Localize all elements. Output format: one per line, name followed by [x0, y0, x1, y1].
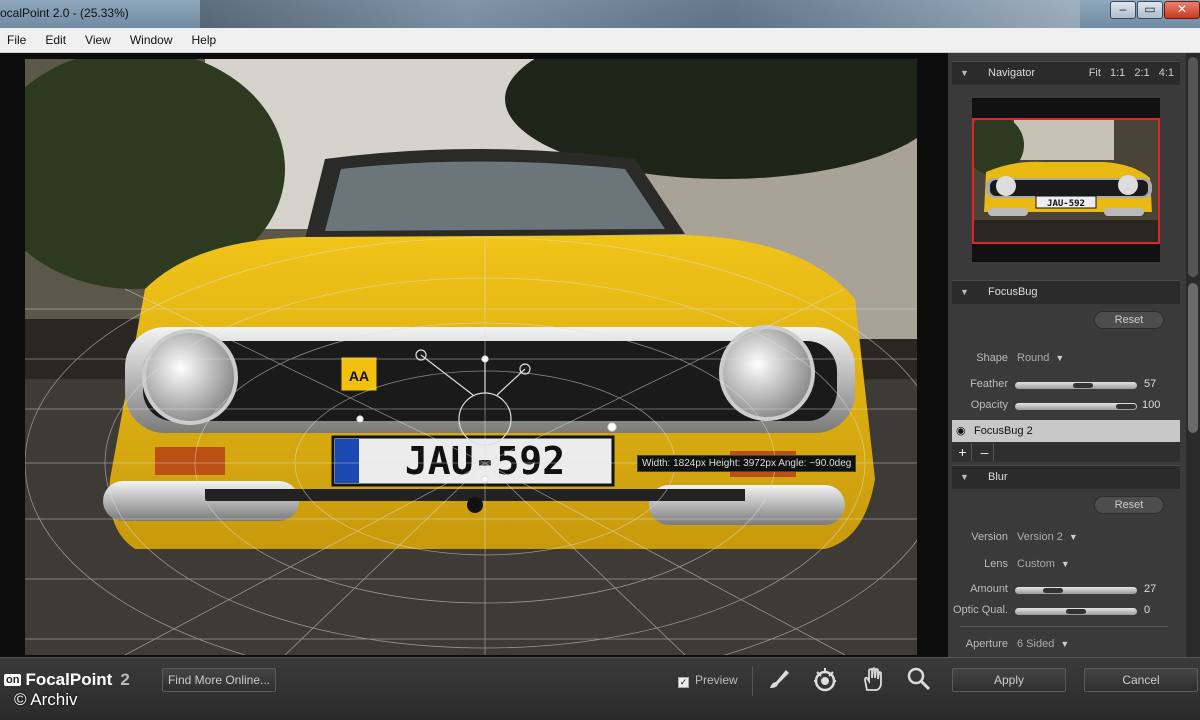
zoom-4-1[interactable]: 4:1	[1159, 67, 1174, 79]
amount-slider-knob[interactable]	[1043, 588, 1063, 593]
chevron-down-icon: ▼	[1060, 559, 1070, 569]
collapse-triangle-icon[interactable]: ▼	[960, 281, 969, 304]
work-area: AA JAU-592 Width: 1824px Height: 3972px …	[0, 53, 948, 657]
feather-label: Feather	[970, 378, 1008, 390]
logo-text: FocalPoint	[25, 670, 113, 689]
right-panel: ▼ Navigator Fit 1:1 2:1 4:1 JAU-592 ▼ Fo…	[948, 53, 1200, 657]
copyright-watermark: © Archiv	[14, 690, 78, 709]
focusbug-layer-item[interactable]: ◉ FocusBug 2	[952, 420, 1180, 442]
minimize-button[interactable]: –	[1110, 1, 1136, 19]
amount-value: 27	[1144, 583, 1157, 595]
chevron-down-icon: ▼	[1068, 532, 1078, 542]
navigator-plate: JAU-592	[1047, 199, 1085, 209]
zoom-2-1[interactable]: 2:1	[1134, 67, 1149, 79]
brush-icon[interactable]	[764, 666, 794, 696]
shape-dropdown[interactable]: Round ▼	[1017, 352, 1064, 364]
svg-text:AA: AA	[349, 368, 369, 384]
apply-button[interactable]: Apply	[952, 668, 1066, 692]
aperture-dropdown[interactable]: 6 Sided ▼	[1017, 638, 1069, 650]
preview-toggle[interactable]: ✓ Preview	[678, 673, 738, 688]
maximize-button[interactable]: ▭	[1137, 1, 1163, 19]
aperture-label: Aperture	[965, 638, 1008, 650]
panel-scrollbar[interactable]	[1186, 53, 1200, 657]
menu-bar: File Edit View Window Help	[0, 28, 1200, 53]
focusbug-reset-button[interactable]: Reset	[1094, 311, 1164, 329]
opacity-value: 100	[1142, 399, 1161, 411]
opacity-slider-knob[interactable]	[1116, 404, 1136, 409]
shape-value: Round	[1017, 352, 1050, 364]
scrollbar-thumb[interactable]	[1188, 283, 1198, 433]
optic-label: Optic Qual.	[952, 604, 1008, 616]
navigator-thumbnail: JAU-592	[974, 120, 1158, 242]
logo-version: 2	[120, 670, 130, 689]
menu-file[interactable]: File	[7, 33, 26, 47]
optic-slider[interactable]	[1015, 608, 1137, 615]
blur-header[interactable]: ▼ Blur	[952, 465, 1180, 489]
add-focusbug-button[interactable]: +	[954, 443, 972, 461]
version-value: Version 2	[1017, 531, 1063, 543]
opacity-slider[interactable]	[1015, 403, 1137, 410]
scrollbar-track-upper	[1188, 57, 1198, 277]
collapse-triangle-icon[interactable]: ▼	[960, 466, 969, 489]
navigator-viewport[interactable]: JAU-592	[972, 118, 1160, 244]
focusbug-add-remove-bar: + –	[952, 442, 1180, 462]
dimension-tooltip: Width: 1824px Height: 3972px Angle: ~90.…	[637, 455, 857, 472]
navigator-header[interactable]: ▼ Navigator Fit 1:1 2:1 4:1	[952, 61, 1180, 85]
amount-label: Amount	[970, 583, 1008, 595]
focusbug-layer-name: FocusBug 2	[974, 425, 1033, 437]
focusbug-icon[interactable]	[810, 666, 840, 696]
find-more-online-button[interactable]: Find More Online...	[162, 668, 276, 692]
blur-reset-button[interactable]: Reset	[1094, 496, 1164, 514]
bottom-bar: on FocalPoint 2 © Archiv Find More Online.…	[0, 657, 1200, 720]
chevron-down-icon: ▼	[1060, 639, 1070, 649]
toolbar-divider	[752, 666, 753, 696]
menu-help[interactable]: Help	[192, 33, 217, 47]
focalpoint-logo: on FocalPoint 2	[4, 670, 130, 690]
lens-label: Lens	[984, 558, 1008, 570]
menu-edit[interactable]: Edit	[45, 33, 66, 47]
menu-window[interactable]: Window	[130, 33, 173, 47]
lens-value: Custom	[1017, 558, 1055, 570]
version-label: Version	[971, 531, 1008, 543]
eye-icon[interactable]: ◉	[956, 420, 966, 442]
zoom-icon[interactable]	[904, 666, 934, 696]
feather-slider[interactable]	[1015, 382, 1137, 389]
version-dropdown[interactable]: Version 2 ▼	[1017, 531, 1078, 543]
zoom-fit[interactable]: Fit	[1089, 67, 1101, 79]
chevron-down-icon: ▼	[1055, 353, 1065, 363]
logo-badge: on	[4, 674, 22, 686]
shape-label: Shape	[976, 352, 1008, 364]
hand-icon[interactable]	[858, 666, 888, 696]
aperture-value: 6 Sided	[1017, 638, 1055, 650]
amount-slider[interactable]	[1015, 587, 1137, 594]
cancel-button[interactable]: Cancel	[1084, 668, 1198, 692]
close-button[interactable]: ✕	[1164, 1, 1200, 19]
preview-label: Preview	[695, 673, 738, 687]
car-photo: AA JAU-592	[25, 59, 917, 655]
focusbug-title: FocusBug	[988, 286, 1038, 298]
menu-view[interactable]: View	[85, 33, 111, 47]
optic-slider-knob[interactable]	[1066, 609, 1086, 614]
optic-value: 0	[1144, 604, 1151, 616]
navigator-title: Navigator	[988, 67, 1036, 79]
collapse-triangle-icon[interactable]: ▼	[960, 62, 969, 85]
title-bar-background	[200, 0, 1080, 28]
image-canvas[interactable]: AA JAU-592 Width: 1824px Height: 3972px …	[25, 59, 917, 655]
focusbug-header[interactable]: ▼ FocusBug	[952, 280, 1180, 304]
remove-focusbug-button[interactable]: –	[976, 443, 994, 461]
opacity-label: Opacity	[970, 399, 1008, 411]
title-bar: ocalPoint 2.0 - (25.33%) – ▭ ✕	[0, 0, 1200, 28]
feather-value: 57	[1144, 378, 1157, 390]
lens-dropdown[interactable]: Custom ▼	[1017, 558, 1070, 570]
zoom-1-1[interactable]: 1:1	[1110, 67, 1125, 79]
blur-title: Blur	[988, 471, 1008, 483]
navigator-zoom-options: Fit 1:1 2:1 4:1	[1083, 62, 1174, 85]
preview-checkbox[interactable]: ✓	[678, 677, 689, 688]
window-title: ocalPoint 2.0 - (25.33%)	[0, 6, 129, 20]
feather-slider-knob[interactable]	[1073, 383, 1093, 388]
blur-divider	[960, 626, 1168, 627]
